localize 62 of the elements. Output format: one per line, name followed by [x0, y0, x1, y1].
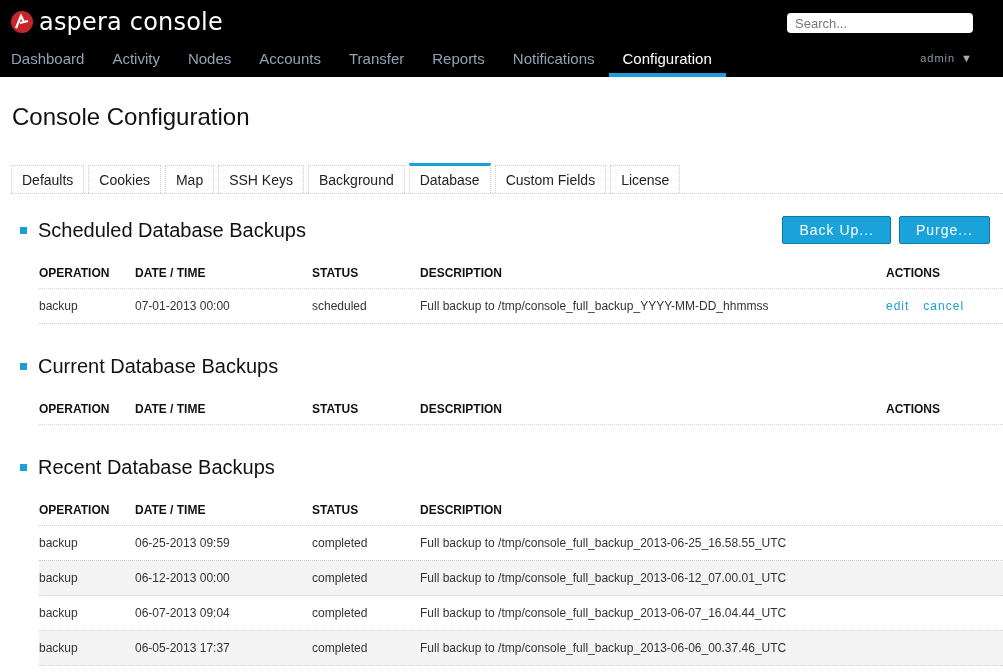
tab[interactable]: License	[610, 165, 681, 193]
column-header: ACTIONS	[886, 266, 941, 280]
table-cell-text: 06-25-2013 09:59	[135, 536, 231, 550]
search-field[interactable]: Search...	[787, 13, 973, 33]
column-header: DESCRIPTION	[420, 402, 503, 416]
page-title: Console Configuration	[12, 103, 251, 131]
column-header: DATE / TIME	[135, 266, 207, 280]
column-header: STATUS	[312, 402, 360, 416]
table-cell-text: backup	[39, 299, 79, 313]
table-cell-text: Full backup to /tmp/console_full_backup_2013-06-06_00.37.46_UTC	[420, 641, 788, 655]
table-cell-text: 06-05-2013 17:37	[135, 641, 231, 655]
column-header: DESCRIPTION	[420, 266, 503, 280]
nav-item[interactable]: Activity	[98, 44, 174, 77]
table-cell-text: backup	[39, 606, 79, 620]
table-cell-text: Full backup to /tmp/console_full_backup_2013-06-25_16.58.55_UTC	[420, 536, 788, 550]
section-title: Scheduled Database Backups	[38, 218, 306, 242]
bullet-icon	[20, 226, 27, 234]
nav-item[interactable]: Notifications	[498, 44, 609, 77]
column-header: DATE / TIME	[135, 503, 207, 517]
table-cell-text: completed	[312, 571, 369, 585]
column-header: OPERATION	[39, 503, 111, 517]
table-cell-text: backup	[39, 641, 79, 655]
nav-item[interactable]: Accounts	[245, 44, 335, 77]
tab[interactable]: Database	[408, 163, 491, 193]
tab[interactable]: Cookies	[88, 165, 161, 193]
tab[interactable]: Custom Fields	[494, 165, 607, 193]
column-header: DESCRIPTION	[420, 503, 503, 517]
tab[interactable]: SSH Keys	[218, 165, 304, 193]
user-menu[interactable]: admin	[920, 51, 956, 64]
caret-icon[interactable]: ▼	[961, 51, 973, 64]
table-cell-text: 06-12-2013 00:00	[135, 571, 231, 585]
table-cell-text: completed	[312, 641, 369, 655]
table-cell-text: 06-07-2013 09:04	[135, 606, 231, 620]
tab[interactable]: Defaults	[11, 165, 85, 193]
table-cell-text: backup	[39, 571, 79, 585]
table-cell-text: 07-01-2013 00:00	[135, 299, 231, 313]
table-cell-text: scheduled	[312, 299, 368, 313]
bullet-icon	[20, 463, 27, 471]
table-cell-text: Full backup to /tmp/console_full_backup_YYYY-MM-DD_hhmmss	[420, 299, 770, 313]
section-title: Current Database Backups	[38, 354, 279, 378]
table-cell-text: backup	[39, 536, 79, 550]
bullet-icon	[20, 362, 27, 370]
logo-icon	[11, 11, 33, 33]
nav-item[interactable]: Reports	[418, 44, 499, 77]
logo-text: aspera console	[39, 8, 223, 36]
tab[interactable]: Map	[164, 165, 215, 193]
column-header: OPERATION	[39, 402, 111, 416]
tab[interactable]: Background	[308, 165, 405, 193]
column-header: OPERATION	[39, 266, 111, 280]
column-header: ACTIONS	[886, 402, 941, 416]
nav-item[interactable]: Dashboard	[0, 44, 99, 77]
column-header: STATUS	[312, 266, 360, 280]
nav-item[interactable]: Transfer	[334, 44, 419, 77]
section-title: Recent Database Backups	[38, 455, 275, 479]
nav-item[interactable]: Nodes	[173, 44, 246, 77]
table-cell-text: completed	[312, 606, 369, 620]
nav-item[interactable]: Configuration	[608, 44, 726, 77]
table-cell-text: completed	[312, 536, 369, 550]
column-header: DATE / TIME	[135, 402, 207, 416]
column-header: STATUS	[312, 503, 360, 517]
table-cell-text: Full backup to /tmp/console_full_backup_2013-06-07_16.04.44_UTC	[420, 606, 788, 620]
table-cell-text: Full backup to /tmp/console_full_backup_2013-06-12_07.00.01_UTC	[420, 571, 788, 585]
